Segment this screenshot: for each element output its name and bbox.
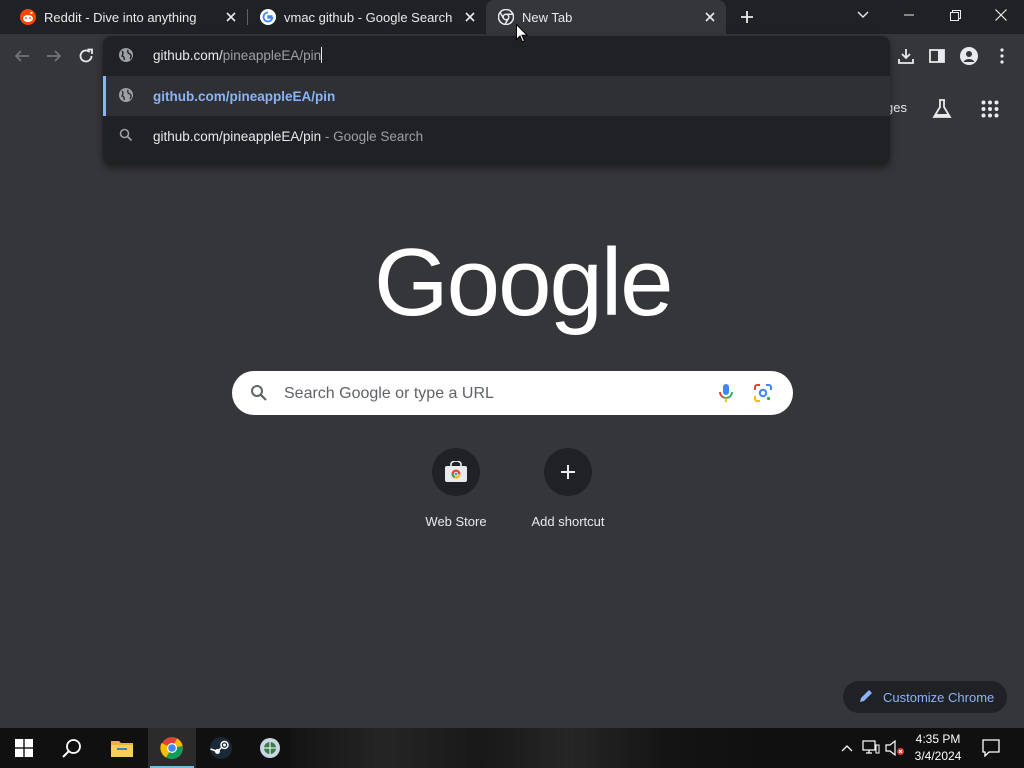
suggestion-label: github.com/pineappleEA/pin [153,88,336,104]
file-explorer-button[interactable] [98,728,146,768]
search-placeholder: Search Google or type a URL [284,385,494,402]
shortcut-tile [432,448,480,496]
taskbar-clock[interactable]: 4:35 PM 3/4/2024 [908,731,968,765]
customize-label: Customize Chrome [883,690,995,705]
clock-time: 4:35 PM [915,732,961,746]
search-icon [62,739,81,758]
volume-muted-icon [885,740,904,756]
google-logo: Google [374,229,674,336]
menu-button[interactable] [990,44,1014,68]
omnibox-popup: github.com/pineappleEA/pin github.com/pi… [103,36,890,164]
side-panel-icon [929,49,945,63]
restore-icon [949,9,961,21]
tab-title: vmac github - Google Search [284,9,453,25]
pencil-icon [860,690,872,702]
chrome-icon [498,9,514,25]
shortcut-label: Add shortcut [531,514,605,529]
windows-taskbar: 4:35 PM 3/4/2024 [0,728,1024,768]
taskbar-wallpaper [290,728,760,768]
network-icon [862,740,880,754]
google-apps-button[interactable] [978,97,1002,121]
tab-title: Reddit - Dive into anything [44,9,197,25]
steam-taskbar-button[interactable] [197,728,245,768]
address-input[interactable]: github.com/pineappleEA/pin [153,47,323,63]
search-icon [119,128,133,142]
flask-icon [932,99,952,118]
side-panel-button[interactable] [925,44,949,68]
web-store-icon [445,461,467,482]
forward-button[interactable] [42,44,66,68]
add-shortcut-button[interactable]: Add shortcut [512,448,624,538]
reload-icon [79,48,93,63]
customize-chrome-button[interactable]: Customize Chrome [843,681,1007,713]
forward-arrow-icon [47,50,62,62]
chevron-down-icon [857,11,869,18]
folder-icon [111,741,133,757]
show-hidden-icons-button[interactable] [837,728,857,768]
screen: Reddit - Dive into anything vmac github … [0,0,1024,768]
plus-icon [561,465,575,479]
tab-reddit[interactable]: Reddit - Dive into anything [0,0,247,34]
address-autocomplete-text: pineappleEA/pin [222,48,322,63]
clock-date: 3/4/2024 [914,749,962,763]
profile-icon [960,47,978,65]
close-tab-icon[interactable] [702,9,718,25]
chevron-up-icon [841,745,853,752]
text-caret [321,47,323,63]
close-tab-icon[interactable] [462,9,478,25]
volume-button[interactable] [884,728,906,768]
back-button[interactable] [10,44,34,68]
microphone-icon[interactable] [718,383,734,403]
apps-grid-icon [981,100,999,118]
tab-title: New Tab [522,9,573,25]
close-icon [995,9,1007,21]
ntp-search-box[interactable]: Search Google or type a URL [232,371,793,415]
downloads-button[interactable] [894,44,918,68]
globe-icon [119,48,133,62]
suggestion-suffix: - Google Search [321,128,424,144]
reddit-icon [20,9,36,25]
minimize-button[interactable] [886,0,932,30]
chrome-taskbar-button[interactable] [148,728,196,768]
close-tab-icon[interactable] [223,9,239,25]
labs-button[interactable] [930,97,954,121]
search-icon [251,385,267,401]
back-arrow-icon [14,50,29,62]
mouse-cursor-icon [516,24,528,43]
address-typed-text: github.com/ [153,48,223,63]
download-icon [898,49,914,64]
restore-button[interactable] [932,0,978,30]
suggestion-url[interactable]: github.com/pineappleEA/pin [103,76,890,116]
google-lens-icon[interactable] [753,383,773,403]
address-bar[interactable]: github.com/pineappleEA/pin [103,36,890,76]
taskbar-search-button[interactable] [48,728,96,768]
new-tab-button[interactable] [737,7,757,27]
tab-search-button[interactable] [840,0,886,30]
plus-icon [741,11,753,23]
globe-icon [119,88,133,102]
chrome-icon [160,737,183,760]
tab-strip: Reddit - Dive into anything vmac github … [0,0,1024,34]
shortcut-label: Web Store [425,514,487,529]
google-icon [260,9,276,25]
app-icon [260,738,280,758]
suggestion-label: github.com/pineappleEA/pin - Google Sear… [153,129,423,144]
steam-icon [210,737,232,759]
windows-logo-icon [15,739,33,757]
action-center-button[interactable] [976,728,1006,768]
shortcut-web-store[interactable]: Web Store [400,448,512,538]
app-taskbar-button[interactable] [246,728,294,768]
tab-google-search[interactable]: vmac github - Google Search [240,0,486,34]
shortcut-tile [544,448,592,496]
notification-icon [982,739,1000,757]
suggestion-search[interactable]: github.com/pineappleEA/pin - Google Sear… [103,116,890,156]
profile-button[interactable] [957,44,981,68]
start-button[interactable] [0,728,48,768]
network-button[interactable] [860,728,882,768]
close-window-button[interactable] [978,0,1024,30]
reload-button[interactable] [74,44,98,68]
kebab-menu-icon [1000,48,1004,64]
suggestion-text: github.com/pineappleEA/pin [153,128,322,144]
minimize-icon [904,14,914,16]
